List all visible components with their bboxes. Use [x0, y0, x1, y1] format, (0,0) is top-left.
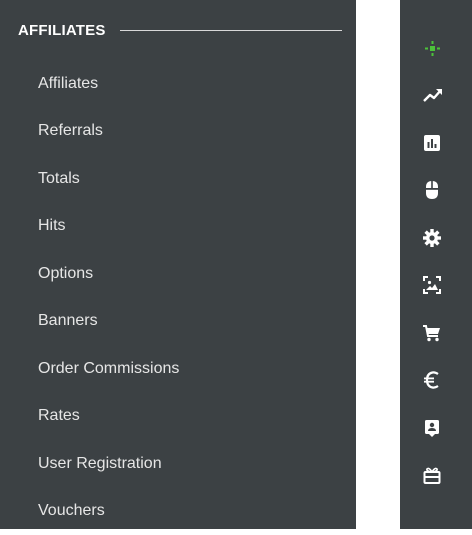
section-divider: [120, 30, 342, 31]
gift-icon: [422, 465, 442, 485]
menu-item-order-commissions[interactable]: Order Commissions: [0, 345, 356, 393]
menu-item-vouchers[interactable]: Vouchers: [0, 488, 356, 535]
icon-item-cart[interactable]: [400, 309, 472, 357]
icon-item-mouse[interactable]: [400, 167, 472, 215]
affiliates-menu-panel: AFFILIATES Affiliates Referrals Totals H…: [0, 0, 356, 529]
icon-item-user-badge[interactable]: [400, 404, 472, 452]
icon-item-gift[interactable]: [400, 452, 472, 500]
mouse-icon: [422, 179, 442, 201]
affiliates-icon: [422, 38, 442, 58]
menu-item-affiliates[interactable]: Affiliates: [0, 60, 356, 108]
icon-bar: [400, 0, 472, 529]
user-badge-icon: [422, 418, 442, 438]
bar-chart-icon: [422, 133, 442, 153]
section-header: AFFILIATES: [18, 18, 342, 42]
menu-list: Affiliates Referrals Totals Hits Options…: [0, 60, 356, 535]
euro-icon: [422, 370, 442, 390]
image-icon: [422, 275, 442, 295]
trend-icon: [422, 85, 444, 105]
menu-item-user-registration[interactable]: User Registration: [0, 440, 356, 488]
menu-item-referrals[interactable]: Referrals: [0, 108, 356, 156]
menu-item-options[interactable]: Options: [0, 250, 356, 298]
section-title: AFFILIATES: [18, 22, 106, 39]
icon-item-bar-chart[interactable]: [400, 119, 472, 167]
menu-item-banners[interactable]: Banners: [0, 298, 356, 346]
cart-icon: [422, 323, 442, 343]
icon-list: [400, 24, 472, 499]
menu-item-hits[interactable]: Hits: [0, 203, 356, 251]
menu-item-rates[interactable]: Rates: [0, 393, 356, 441]
icon-item-affiliates[interactable]: [400, 24, 472, 72]
icon-item-image[interactable]: [400, 262, 472, 310]
icon-item-gear[interactable]: [400, 214, 472, 262]
icon-item-trend[interactable]: [400, 72, 472, 120]
gear-icon: [422, 228, 442, 248]
icon-item-euro[interactable]: [400, 357, 472, 405]
menu-item-totals[interactable]: Totals: [0, 155, 356, 203]
